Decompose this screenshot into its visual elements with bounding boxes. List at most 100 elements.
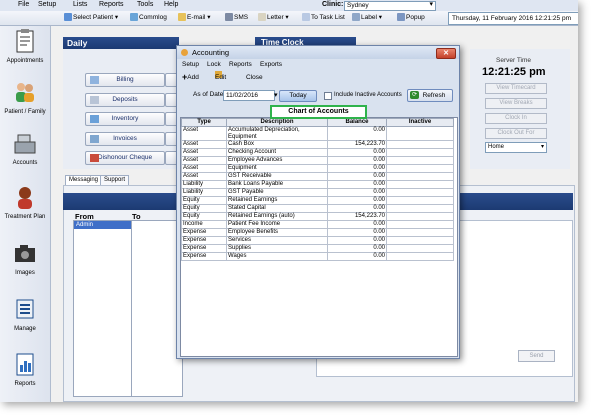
- dialog-toolbar: + Add Edit Close: [179, 71, 457, 84]
- left-nav: Appointments Patient / Family Accounts T…: [0, 26, 51, 402]
- refresh-button[interactable]: ⟳ Refresh: [407, 89, 453, 102]
- column-header[interactable]: Balance: [327, 118, 387, 127]
- table-cell: 154,223.70: [327, 212, 387, 221]
- deposits-button[interactable]: Deposits: [85, 93, 165, 107]
- clock-in-button[interactable]: Clock In: [485, 113, 547, 124]
- nav-appointments[interactable]: Appointments: [0, 28, 50, 64]
- menu-file[interactable]: File: [18, 1, 29, 8]
- table-cell: 0.00: [327, 164, 387, 173]
- table-row[interactable]: Asset Checking Account 0.00: [181, 148, 454, 157]
- table-row[interactable]: Equity Retained Earnings (auto) 154,223.70: [181, 212, 454, 221]
- email-icon: [178, 13, 186, 22]
- sms-button[interactable]: SMS: [225, 13, 248, 23]
- accounts-table: Type Description Balance Inactive Asset A…: [181, 118, 454, 261]
- close-icon[interactable]: ✕: [436, 48, 456, 59]
- today-button[interactable]: Today: [279, 90, 317, 102]
- menu-help[interactable]: Help: [164, 1, 178, 8]
- invoices-button[interactable]: Invoices: [85, 132, 165, 146]
- view-breaks-button[interactable]: View Breaks: [485, 98, 547, 109]
- dialog-title: Accounting: [192, 48, 230, 57]
- table-row[interactable]: Equity Stated Capital 0.00: [181, 204, 454, 213]
- menu-tools[interactable]: Tools: [137, 1, 153, 8]
- table-cell: Equity: [181, 212, 227, 221]
- table-cell: Cash Box: [226, 140, 328, 149]
- table-cell: Retained Earnings: [226, 196, 328, 205]
- table-cell: 0.00: [327, 228, 387, 237]
- inventory-button[interactable]: Inventory: [85, 112, 165, 126]
- toolbar: Select Patient ▾ Commlog E-mail ▾ SMS Le…: [0, 11, 578, 26]
- dishonour-icon: [90, 154, 99, 162]
- popup-button[interactable]: Popup: [397, 13, 425, 23]
- nav-images[interactable]: Images: [0, 240, 50, 276]
- nav-patient-family[interactable]: Patient / Family: [0, 79, 50, 115]
- clinic-select[interactable]: Sydney: [344, 1, 436, 11]
- dialog-menu-setup[interactable]: Setup: [182, 60, 199, 70]
- table-row[interactable]: Equity Retained Earnings 0.00: [181, 196, 454, 205]
- server-time-label: Server Time: [496, 57, 532, 64]
- table-row[interactable]: Asset GST Receivable 0.00: [181, 172, 454, 181]
- to-task-list-button[interactable]: To Task List: [302, 13, 345, 23]
- select-patient-button[interactable]: Select Patient ▾: [64, 13, 118, 23]
- table-row[interactable]: Liability GST Payable 0.00: [181, 188, 454, 197]
- table-cell: Asset: [181, 126, 227, 141]
- dialog-menu-reports[interactable]: Reports: [229, 60, 252, 70]
- email-button[interactable]: E-mail ▾: [178, 13, 211, 23]
- column-header[interactable]: Type: [181, 118, 227, 127]
- from-list-item[interactable]: Admin: [74, 221, 131, 229]
- table-row[interactable]: Asset Equipment 0.00: [181, 164, 454, 173]
- table-row[interactable]: Liability Bank Loans Payable 0.00: [181, 180, 454, 189]
- letter-button[interactable]: Letter ▾: [258, 13, 289, 23]
- table-cell: Retained Earnings (auto): [226, 212, 328, 221]
- view-timecard-button[interactable]: View Timecard: [485, 83, 547, 94]
- refresh-label: Refresh: [422, 92, 446, 99]
- dialog-menu-lock[interactable]: Lock: [207, 60, 221, 70]
- label-button[interactable]: Label ▾: [352, 13, 382, 23]
- nav-treatment-plan[interactable]: Treatment Plan: [0, 184, 50, 220]
- table-cell: [386, 126, 454, 141]
- clock-status-select[interactable]: Home ▾: [485, 142, 547, 153]
- table-cell: Wages: [226, 252, 328, 261]
- table-cell: Patient Fee Income: [226, 220, 328, 229]
- table-row[interactable]: Asset Accumulated Depreciation, Equipment…: [181, 126, 454, 141]
- include-inactive-checkbox[interactable]: [324, 92, 332, 100]
- table-row[interactable]: Expense Wages 0.00: [181, 252, 454, 261]
- nav-accounts[interactable]: Accounts: [0, 130, 50, 166]
- table-row[interactable]: Income Patient Fee Income 0.00: [181, 220, 454, 229]
- table-cell: 0.00: [327, 236, 387, 245]
- dialog-menu-exports[interactable]: Exports: [260, 60, 282, 70]
- table-cell: Expense: [181, 228, 227, 237]
- table-row[interactable]: Asset Cash Box 154,223.70: [181, 140, 454, 149]
- commlog-button[interactable]: Commlog: [130, 13, 167, 23]
- table-cell: Supplies: [226, 244, 328, 253]
- table-cell: Asset: [181, 156, 227, 165]
- menu-lists[interactable]: Lists: [73, 1, 87, 8]
- table-row[interactable]: Expense Supplies 0.00: [181, 244, 454, 253]
- nav-reports-label: Reports: [14, 381, 36, 387]
- clock-out-for-button[interactable]: Clock Out For: [485, 128, 547, 139]
- dishonour-cheque-button[interactable]: Dishonour Cheque: [85, 151, 165, 165]
- table-cell: Expense: [181, 236, 227, 245]
- as-of-date-input[interactable]: 11/02/2016: [223, 90, 275, 101]
- column-header[interactable]: Inactive: [386, 118, 454, 127]
- table-row[interactable]: Asset Employee Advances 0.00: [181, 156, 454, 165]
- billing-icon: [90, 76, 99, 84]
- send-button[interactable]: Send: [518, 350, 555, 362]
- table-cell: Services: [226, 236, 328, 245]
- menu-setup[interactable]: Setup: [38, 1, 56, 8]
- chevron-down-icon[interactable]: ▾: [274, 89, 278, 103]
- table-cell: [386, 204, 454, 213]
- edit-label: Edit: [215, 74, 227, 81]
- nav-manage[interactable]: Manage: [0, 296, 50, 332]
- menu-reports[interactable]: Reports: [99, 1, 124, 8]
- nav-reports[interactable]: Reports: [0, 351, 50, 387]
- datetime-display: Thursday, 11 February 2016 12:21:25 pm: [448, 12, 578, 25]
- table-row[interactable]: Expense Services 0.00: [181, 236, 454, 245]
- table-row[interactable]: Expense Employee Benefits 0.00: [181, 228, 454, 237]
- nav-patient-family-label: Patient / Family: [4, 109, 46, 115]
- table-cell: 0.00: [327, 220, 387, 229]
- column-header[interactable]: Description: [226, 118, 328, 127]
- billing-button[interactable]: Billing: [85, 73, 165, 87]
- add-button[interactable]: + Add: [182, 71, 199, 85]
- from-list[interactable]: Admin: [73, 220, 132, 397]
- close-button[interactable]: Close: [246, 71, 263, 84]
